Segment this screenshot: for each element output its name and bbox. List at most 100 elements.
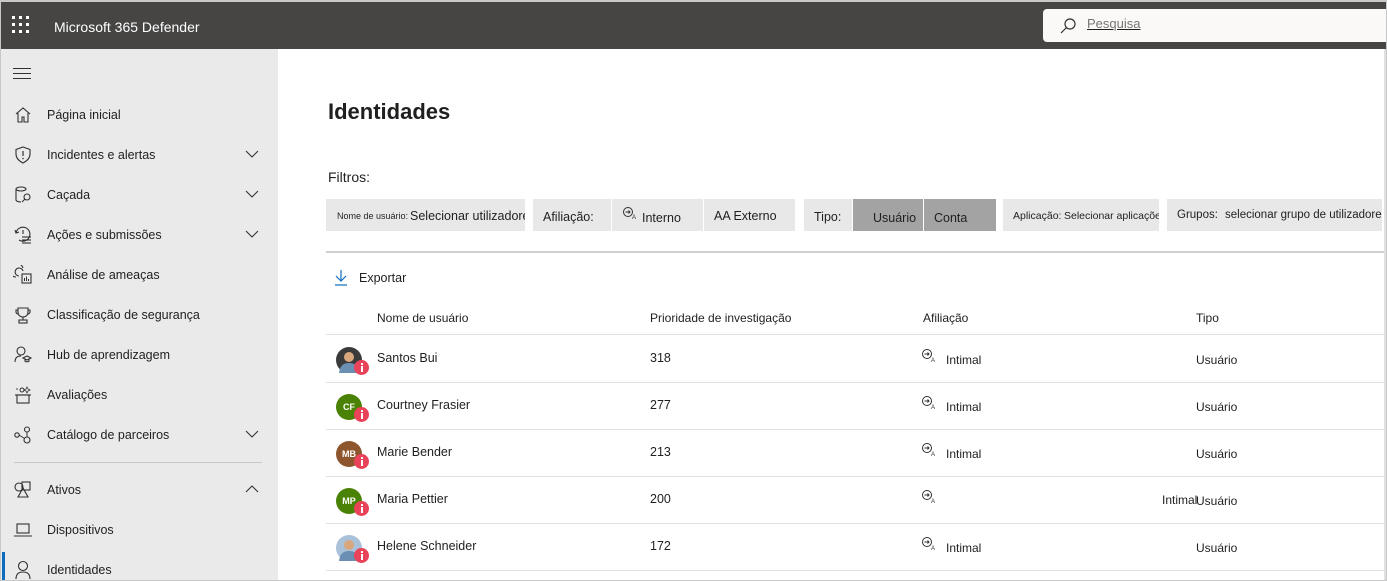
svg-text:A: A	[931, 358, 935, 364]
table-row[interactable]: Santos Bui 318 A Intimal Usuário	[326, 336, 1386, 383]
app-launcher-icon[interactable]	[12, 16, 30, 34]
user-name[interactable]: Helene Schneider	[377, 539, 476, 553]
affiliation-icon: A	[922, 396, 935, 411]
collapse-nav-button[interactable]	[13, 68, 31, 80]
sidebar-item-secure-score[interactable]: Classificação de segurança	[1, 297, 278, 333]
app-title[interactable]: Microsoft 365 Defender	[54, 19, 200, 35]
affiliation-icon: A	[922, 443, 935, 458]
affiliation-icon: A	[623, 207, 636, 220]
table-row[interactable]: CF Courtney Frasier 277 A Intimal Usuári…	[326, 383, 1386, 430]
type-value: Usuário	[1196, 353, 1238, 367]
home-icon	[15, 107, 31, 123]
shield-alert-icon	[15, 146, 31, 164]
search-input[interactable]	[1087, 16, 1263, 31]
hunting-icon	[15, 186, 31, 203]
sidebar-item-label: Identidades	[47, 563, 112, 577]
filter-label: Nome de usuário:	[337, 211, 409, 221]
application-filter[interactable]: Aplicação: Selecionar aplicações	[1003, 199, 1159, 231]
sidebar-item-home[interactable]: Página inicial	[1, 97, 278, 133]
sidebar-item-label: Página inicial	[47, 108, 121, 122]
type-value: Usuário	[1196, 494, 1238, 508]
filter-value: selecionar grupo de utilizadores	[1225, 209, 1382, 221]
sidebar-item-label: Ações e submissões	[47, 228, 162, 242]
sidebar-item-threat-analytics[interactable]: Análise de ameaças	[1, 257, 278, 293]
type-option-user[interactable]: Usuário	[852, 199, 923, 231]
search-box[interactable]	[1043, 9, 1386, 42]
sidebar-item-identities[interactable]: Identidades	[1, 552, 278, 580]
active-indicator	[2, 552, 5, 580]
affiliation-value: Intimal	[946, 400, 982, 414]
investigation-priority: 318	[650, 351, 671, 365]
sidebar-item-incidents[interactable]: Incidentes e alertas	[1, 137, 278, 173]
affiliation-option-external[interactable]: AA Externo	[703, 199, 795, 231]
svg-text:A: A	[632, 215, 636, 220]
alert-badge-icon	[354, 501, 369, 516]
chevron-down-icon[interactable]	[245, 189, 259, 199]
type-value: Usuário	[1196, 400, 1238, 414]
sidebar-item-label: Classificação de segurança	[47, 308, 200, 322]
laptop-icon	[14, 523, 32, 537]
user-name[interactable]: Courtney Frasier	[377, 398, 470, 412]
sidebar-item-assets[interactable]: Ativos	[1, 472, 278, 508]
sidebar-item-label: Análise de ameaças	[47, 268, 160, 282]
affiliation-value: Intimal	[946, 447, 982, 461]
alert-badge-icon	[354, 454, 369, 469]
sidebar-item-evaluations[interactable]: Avaliações	[1, 377, 278, 413]
nav-divider	[14, 462, 262, 463]
trophy-icon	[15, 307, 31, 324]
assets-icon	[14, 481, 31, 498]
table-header: Nome de usuário Prioridade de investigaç…	[326, 301, 1386, 335]
threat-analytics-icon	[13, 265, 32, 284]
investigation-priority: 213	[650, 445, 671, 459]
sidebar-item-label: Avaliações	[47, 388, 108, 402]
avatar-initials: CF	[343, 402, 355, 412]
chevron-down-icon[interactable]	[245, 429, 259, 439]
user-name[interactable]: Maria Pettier	[377, 492, 448, 506]
page-title: Identidades	[328, 99, 451, 124]
svg-text:A: A	[931, 405, 935, 411]
alert-badge-icon	[354, 548, 369, 563]
user-name[interactable]: Santos Bui	[377, 351, 437, 365]
svg-text:A: A	[931, 499, 935, 505]
alert-badge-icon	[354, 407, 369, 422]
table-row[interactable]: Helene Schneider 172 A Intimal Usuário	[326, 524, 1386, 571]
scrollbar[interactable]	[1384, 49, 1386, 580]
sidebar-item-hunting[interactable]: Caçada	[1, 177, 278, 213]
chevron-down-icon[interactable]	[245, 229, 259, 239]
type-option-account[interactable]: Conta	[923, 199, 996, 231]
filter-value: Selecionar aplicações	[1064, 210, 1159, 222]
sidebar-item-label: Catálogo de parceiros	[47, 428, 170, 442]
column-header-type[interactable]: Tipo	[1196, 311, 1219, 325]
sidebar-nav: Página inicial Incidentes e alertas Caça…	[1, 49, 278, 580]
user-name[interactable]: Marie Bender	[377, 445, 452, 459]
filter-label: Grupos:	[1177, 209, 1218, 221]
groups-filter[interactable]: Grupos: selecionar grupo de utilizadores	[1167, 199, 1382, 231]
sidebar-item-label: Hub de aprendizagem	[47, 348, 170, 362]
column-header-username[interactable]: Nome de usuário	[377, 311, 468, 325]
table-row[interactable]: MP Maria Pettier 200 A Intimal Usuário	[326, 477, 1386, 524]
sidebar-item-devices[interactable]: Dispositivos	[1, 512, 278, 548]
alert-badge-icon	[354, 360, 369, 375]
download-icon	[335, 270, 347, 286]
filters-label: Filtros:	[328, 169, 370, 185]
svg-text:A: A	[931, 452, 935, 458]
chevron-up-icon[interactable]	[245, 484, 259, 494]
chevron-down-icon[interactable]	[245, 149, 259, 159]
sidebar-item-learning-hub[interactable]: Hub de aprendizagem	[1, 337, 278, 373]
sidebar-item-actions[interactable]: Ações e submissões	[1, 217, 278, 253]
history-list-icon	[14, 226, 31, 244]
column-header-affiliation[interactable]: Afiliação	[923, 311, 968, 325]
sidebar-item-label: Ativos	[47, 483, 82, 497]
affiliation-option-internal[interactable]: A Interno	[611, 199, 703, 231]
affiliation-value: Intimal	[946, 541, 982, 555]
filter-label: Aplicação:	[1013, 210, 1062, 222]
sidebar-item-partner-catalog[interactable]: Catálogo de parceiros	[1, 417, 278, 453]
table-row[interactable]: MB Marie Bender 213 A Intimal Usuário	[326, 430, 1386, 477]
type-value: Usuário	[1196, 447, 1238, 461]
person-icon	[15, 560, 31, 580]
sidebar-item-label: Dispositivos	[47, 523, 114, 537]
main-content: Identidades Filtros: Nome de usuário: Se…	[278, 49, 1386, 580]
username-filter[interactable]: Nome de usuário: Selecionar utilizadores	[326, 199, 525, 231]
column-header-priority[interactable]: Prioridade de investigação	[650, 311, 791, 325]
search-icon	[1060, 18, 1076, 34]
